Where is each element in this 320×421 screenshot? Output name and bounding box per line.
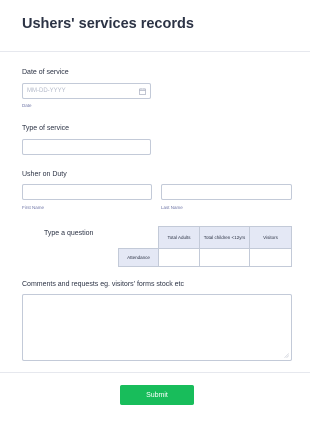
matrix-question-label: Type a question xyxy=(44,230,94,237)
calendar-icon[interactable] xyxy=(139,88,146,95)
matrix-column-header: Visitors xyxy=(249,226,292,249)
date-sublabel: Date xyxy=(22,103,32,108)
footer-divider xyxy=(0,372,310,373)
matrix-row-header: Attendance xyxy=(118,248,159,267)
comments-textarea[interactable] xyxy=(22,294,292,361)
type-of-service-input[interactable] xyxy=(22,139,151,155)
form-title: Ushers' services records xyxy=(22,16,194,32)
date-input[interactable]: MM-DD-YYYY xyxy=(22,83,151,99)
type-of-service-label: Type of service xyxy=(22,125,70,132)
matrix-cell-visitors[interactable] xyxy=(249,248,292,267)
matrix-column-header: Total children <12yrs xyxy=(199,226,250,249)
first-name-input[interactable] xyxy=(22,184,152,200)
last-name-sublabel: Last Name xyxy=(161,205,183,210)
date-placeholder: MM-DD-YYYY xyxy=(27,87,66,94)
matrix-cell-total-adults[interactable] xyxy=(158,248,200,267)
last-name-input[interactable] xyxy=(161,184,292,200)
usher-on-duty-label: Usher on Duty xyxy=(22,171,67,178)
comments-label: Comments and requests eg. visitors' form… xyxy=(22,281,185,288)
submit-button[interactable]: Submit xyxy=(120,385,194,405)
matrix-column-header: Total Adults xyxy=(158,226,200,249)
first-name-sublabel: First Name xyxy=(22,205,45,210)
date-of-service-label: Date of service xyxy=(22,69,69,76)
form-header: Ushers' services records xyxy=(0,0,310,52)
resize-handle-icon[interactable] xyxy=(284,353,289,358)
form-page: Ushers' services records Date of service… xyxy=(0,0,310,421)
matrix-cell-total-children[interactable] xyxy=(199,248,250,267)
